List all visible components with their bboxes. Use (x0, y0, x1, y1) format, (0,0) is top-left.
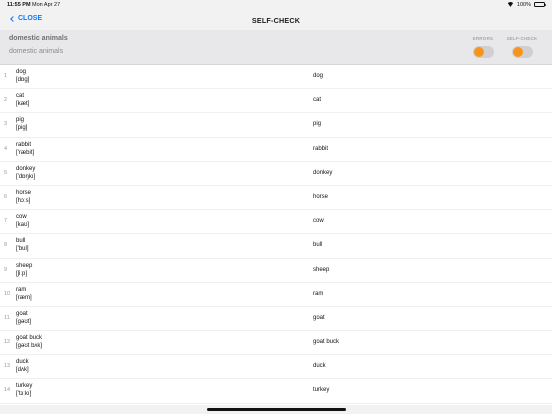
word-text: ram (16, 286, 27, 293)
word-transcription: [ræm] (16, 294, 32, 301)
row-number: 14 (4, 387, 11, 394)
row-number: 7 (4, 218, 8, 225)
word-text: duck (16, 359, 29, 366)
row-number: 5 (4, 169, 8, 176)
page-title: SELF-CHECK (251, 16, 301, 25)
word-text: pig (16, 117, 25, 124)
word-translation: pig (313, 121, 322, 128)
self-check-toggle[interactable] (512, 46, 533, 58)
word-row[interactable]: 10 ram [ræm] ram (0, 283, 552, 307)
errors-toggle[interactable] (473, 46, 494, 58)
word-row[interactable]: 6 horse [hɔːs] horse (0, 186, 552, 211)
battery-icon (534, 2, 546, 7)
word-text: turkey (16, 383, 33, 390)
word-row[interactable]: 9 sheep [ʃiːp] sheep (0, 259, 552, 283)
word-translation: goat (313, 314, 325, 321)
word-translation: duck (313, 363, 326, 370)
status-time: 11:55 PM (7, 2, 31, 8)
deck-subtitle: domestic animals (9, 48, 64, 55)
word-translation: cat (313, 97, 322, 104)
word-text: dog (16, 69, 27, 75)
deck-header: domestic animals domestic animals ERRORS… (0, 30, 552, 65)
word-text: rabbit (16, 141, 32, 148)
bottom-bar (0, 405, 552, 414)
word-row[interactable]: 7 cow [kaʊ] cow (0, 210, 552, 235)
wifi-icon (507, 2, 514, 7)
status-bar: 11:55 PM Mon Apr 27 100% (0, 0, 552, 10)
word-text: horse (16, 189, 32, 196)
word-translation: donkey (313, 169, 333, 176)
home-indicator[interactable] (207, 408, 346, 411)
word-text: goat (16, 310, 28, 317)
deck-title: domestic animals (9, 35, 68, 42)
self-check-toggle-knob (513, 47, 523, 57)
word-row[interactable]: 8 bull ['bul] bull (0, 234, 552, 259)
row-number: 6 (4, 193, 8, 200)
word-transcription: [pig] (16, 125, 28, 132)
word-transcription: [kaʊ] (16, 222, 30, 229)
status-right: 100% (507, 1, 546, 8)
word-row[interactable]: 11 goat [gəʊt] goat (0, 307, 552, 332)
word-row[interactable]: 14 turkey ['tɜːkı] turkey (0, 379, 552, 404)
word-row[interactable]: 13 duck [dʌk] duck (0, 355, 552, 380)
word-translation: ram (313, 290, 324, 297)
word-transcription: [dɒg] (16, 77, 30, 83)
row-number: 1 (4, 73, 8, 79)
word-translation: bull (313, 242, 323, 249)
word-transcription: [kæt] (16, 101, 30, 108)
word-translation: sheep (313, 266, 330, 273)
status-date: Mon Apr 27 (32, 2, 61, 8)
word-transcription: ['ræbit] (16, 149, 35, 156)
word-transcription: ['tɜːkı] (16, 391, 32, 398)
word-translation: rabbit (313, 145, 329, 152)
row-number: 8 (4, 242, 8, 249)
errors-toggle-knob (474, 47, 484, 57)
row-number: 3 (4, 121, 8, 128)
word-transcription: [gəʊt] (16, 318, 32, 325)
word-transcription: [hɔːs] (16, 197, 31, 204)
word-row[interactable]: 1 dog [dɒg] dog (0, 65, 552, 90)
row-number: 13 (4, 363, 11, 370)
word-transcription: ['bul] (16, 246, 29, 253)
word-row[interactable]: 4 rabbit ['ræbit] rabbit (0, 138, 552, 162)
self-check-label: SELF-CHECK (506, 36, 538, 41)
row-number: 12 (4, 339, 11, 346)
word-transcription: ['dɒŋkı] (16, 173, 36, 180)
word-translation: dog (313, 73, 324, 79)
row-number: 9 (4, 266, 8, 273)
word-transcription: [dʌk] (16, 367, 29, 374)
word-text: donkey (16, 165, 36, 172)
word-text: sheep (16, 262, 33, 269)
row-number: 2 (4, 97, 8, 104)
word-text: bull (16, 238, 26, 245)
word-row[interactable]: 5 donkey ['dɒŋkı] donkey (0, 162, 552, 186)
word-translation: goat buck (313, 339, 340, 346)
battery-percent: 100% (516, 1, 531, 8)
row-number: 10 (4, 290, 11, 297)
nav-bar: CLOSE SELF-CHECK (0, 10, 552, 30)
word-text: cow (16, 214, 27, 221)
word-list: 1 dog [dɒg] dog 2 cat [kæt] cat 3 pig [pig] pig 4 rab… (0, 65, 552, 404)
word-transcription: [gəʊt bʌk] (16, 343, 43, 350)
word-row[interactable]: 12 goat buck [gəʊt bʌk] goat buck (0, 331, 552, 356)
word-transcription: [ʃiːp] (16, 270, 28, 277)
word-row[interactable]: 2 cat [kæt] cat (0, 89, 552, 114)
row-number: 4 (4, 145, 8, 152)
row-number: 11 (4, 314, 10, 321)
word-translation: turkey (313, 387, 330, 394)
word-translation: horse (313, 193, 329, 200)
word-translation: cow (313, 218, 324, 225)
word-text: cat (16, 93, 25, 100)
errors-label: ERRORS (472, 36, 494, 41)
word-text: goat buck (16, 335, 43, 342)
word-row[interactable]: 3 pig [pig] pig (0, 113, 552, 138)
